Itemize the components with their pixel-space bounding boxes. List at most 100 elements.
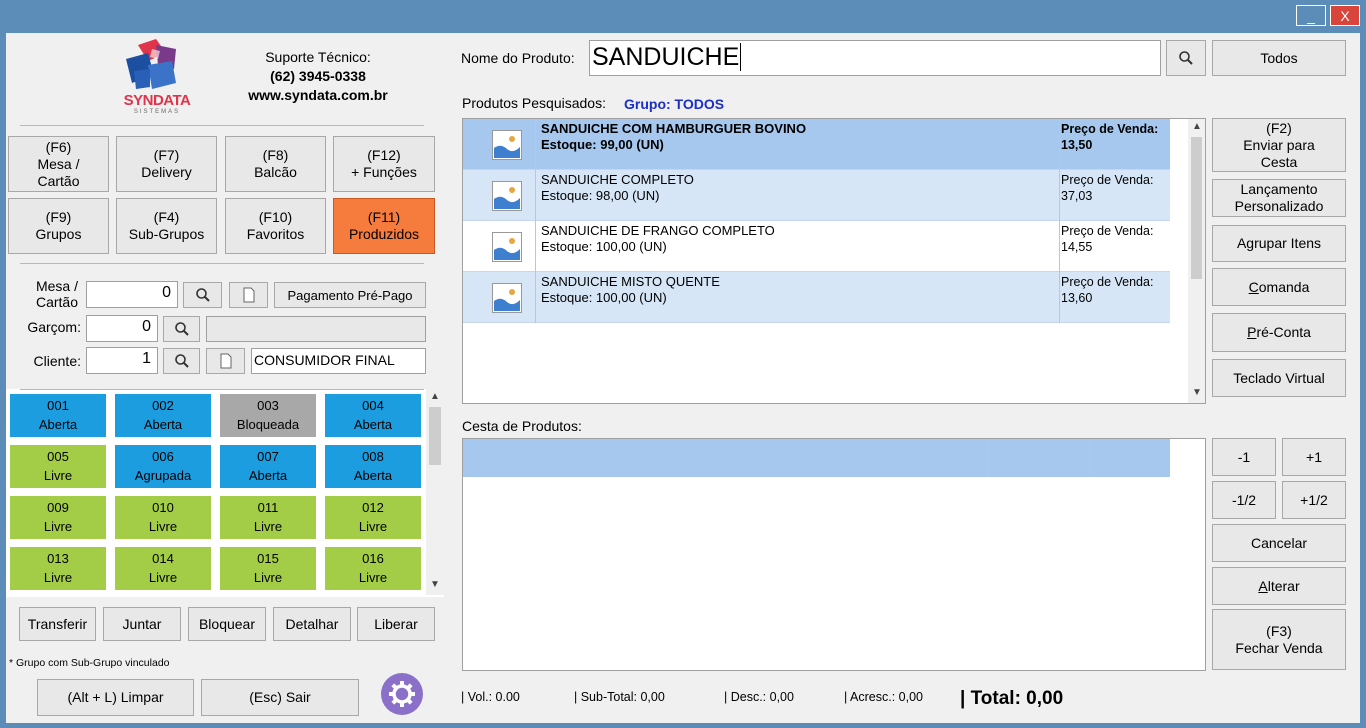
mesa-tile[interactable]: 008 Aberta [325, 445, 421, 488]
mesa-label: Mesa / Cartão [35, 278, 78, 310]
product-price: Preço de Venda: 14,55 [1059, 221, 1170, 272]
juntar-button[interactable]: Juntar [103, 607, 181, 641]
scroll-up-icon: ▲ [1192, 121, 1202, 132]
product-search-input[interactable]: SANDUICHE [589, 40, 1161, 76]
liberar-button[interactable]: Liberar [357, 607, 435, 641]
transferir-button[interactable]: Transferir [19, 607, 96, 641]
sair-button[interactable]: (Esc) Sair [201, 679, 359, 716]
scroll-thumb[interactable] [1191, 137, 1202, 279]
garcom-input[interactable]: 0 [86, 315, 158, 342]
fechar-venda-button[interactable]: (F3) Fechar Venda [1212, 609, 1346, 670]
price-value: 13,60 [1061, 291, 1093, 305]
product-row[interactable]: SANDUICHE COMPLETO Estoque: 98,00 (UN) Pre… [463, 170, 1170, 221]
scroll-thumb[interactable] [429, 407, 441, 465]
limpar-button[interactable]: (Alt + L) Limpar [37, 679, 194, 716]
mesa-tile[interactable]: 001 Aberta [10, 394, 106, 437]
acresc-total: | Acresc.: 0,00 [844, 690, 923, 704]
gear-icon [389, 681, 415, 707]
garcom-search-button[interactable] [163, 316, 200, 342]
scroll-up-icon: ▲ [430, 391, 440, 402]
mesa-tile[interactable]: 015 Livre [220, 547, 316, 590]
price-value: 14,55 [1061, 240, 1093, 254]
product-row[interactable]: SANDUICHE COM HAMBURGUER BOVINO Estoque: … [463, 119, 1170, 170]
mesa-tile[interactable]: 009 Livre [10, 496, 106, 539]
detalhar-button[interactable]: Detalhar [273, 607, 351, 641]
mesa-status: Aberta [143, 417, 183, 432]
cancelar-button[interactable]: Cancelar [1212, 524, 1346, 562]
mesa-number: 008 [362, 449, 384, 464]
mesa-number: 011 [257, 500, 279, 515]
mesa-tile[interactable]: 006 Agrupada [115, 445, 211, 488]
image-placeholder-icon [492, 232, 522, 262]
cliente-document-button[interactable] [206, 348, 245, 374]
minus-half-button[interactable]: -1/2 [1212, 481, 1276, 519]
mesa-status: Livre [358, 519, 388, 534]
plus-half-button[interactable]: +1/2 [1282, 481, 1346, 519]
mesa-tile[interactable]: 011 Livre [220, 496, 316, 539]
product-row[interactable]: SANDUICHE MISTO QUENTE Estoque: 100,00 (U… [463, 272, 1170, 323]
mesa-tile[interactable]: 007 Aberta [220, 445, 316, 488]
mesa-number: 013 [47, 551, 69, 566]
fkey-delivery-button[interactable]: (F7) Delivery [116, 136, 217, 192]
enviar-cesta-button[interactable]: (F2) Enviar para Cesta [1212, 118, 1346, 172]
cliente-search-button[interactable] [163, 348, 200, 374]
search-icon [174, 354, 189, 368]
logo-brand: SYNDATA [123, 92, 191, 109]
fkey-balcao-button[interactable]: (F8) Balcão [225, 136, 326, 192]
fkey-produzidos-button[interactable]: (F11) Produzidos [333, 198, 435, 254]
cliente-input[interactable]: 1 [86, 347, 158, 374]
teclado-virtual-button[interactable]: Teclado Virtual [1212, 359, 1346, 397]
mesa-input[interactable]: 0 [86, 281, 178, 308]
plus-one-button[interactable]: +1 [1282, 438, 1346, 476]
comanda-button[interactable]: Comanda [1212, 268, 1346, 306]
grid-scrollbar[interactable]: ▲ ▼ [426, 389, 444, 595]
mesa-status: Aberta [38, 417, 78, 432]
mesa-search-button[interactable] [183, 282, 222, 308]
mesa-status: Livre [43, 570, 73, 585]
products-scrollbar[interactable]: ▲ ▼ [1188, 119, 1205, 403]
mesa-grid: 001 Aberta 002 Aberta 003 Bloqueada 004 Aberta 0… [6, 389, 444, 597]
subtotal: | Sub-Total: 0,00 [574, 690, 665, 704]
mesa-tile[interactable]: 013 Livre [10, 547, 106, 590]
mesa-status: Livre [148, 519, 178, 534]
fkey-mesa-cartao-button[interactable]: (F6) Mesa / Cartão [8, 136, 109, 192]
product-row[interactable]: SANDUICHE DE FRANGO COMPLETO Estoque: 100… [463, 221, 1170, 272]
todos-button[interactable]: Todos [1212, 40, 1346, 76]
mesa-tile[interactable]: 014 Livre [115, 547, 211, 590]
left-panel: SYNDATA SISTEMAS Suporte Técnico: (62) 3… [6, 33, 444, 723]
mesa-tile[interactable]: 016 Livre [325, 547, 421, 590]
fkey-grupos-button[interactable]: (F9) Grupos [8, 198, 109, 254]
minus-one-button[interactable]: -1 [1212, 438, 1276, 476]
alterar-button[interactable]: Alterar [1212, 567, 1346, 605]
image-placeholder-icon [492, 283, 522, 313]
mesa-tile[interactable]: 005 Livre [10, 445, 106, 488]
mesa-number: 005 [47, 449, 69, 464]
fkey-favoritos-button[interactable]: (F10) Favoritos [225, 198, 326, 254]
minimize-button[interactable]: _ [1296, 5, 1326, 26]
lancamento-personalizado-button[interactable]: Lançamento Personalizado [1212, 179, 1346, 217]
mesa-tile[interactable]: 004 Aberta [325, 394, 421, 437]
price-value: 13,50 [1061, 138, 1093, 152]
mesa-tile[interactable]: 003 Bloqueada [220, 394, 316, 437]
right-panel: Nome do Produto: SANDUICHE Todos Produto… [444, 33, 1360, 723]
product-thumb [463, 170, 536, 221]
minimize-icon: _ [1307, 7, 1315, 24]
mesa-tile[interactable]: 010 Livre [115, 496, 211, 539]
bloquear-button[interactable]: Bloquear [188, 607, 266, 641]
mesa-tile[interactable]: 002 Aberta [115, 394, 211, 437]
close-button[interactable]: X [1330, 5, 1360, 26]
pagamento-pre-pago-button[interactable]: Pagamento Pré-Pago [274, 282, 426, 308]
mesa-number: 010 [152, 500, 174, 515]
fkey-sub-grupos-button[interactable]: (F4) Sub-Grupos [116, 198, 217, 254]
mesa-document-button[interactable] [229, 282, 268, 308]
settings-button[interactable] [381, 673, 423, 715]
scroll-down-icon: ▼ [430, 579, 440, 590]
mesa-status: Livre [148, 570, 178, 585]
agrupar-itens-button[interactable]: Agrupar Itens [1212, 225, 1346, 262]
mesa-tile[interactable]: 012 Livre [325, 496, 421, 539]
search-icon [174, 322, 189, 336]
fkey-mais-funcoes-button[interactable]: (F12) + Funções [333, 136, 435, 192]
pre-conta-button[interactable]: Pré-Conta [1212, 313, 1346, 352]
product-name: SANDUICHE MISTO QUENTE [541, 274, 720, 289]
product-search-button[interactable] [1166, 40, 1206, 76]
